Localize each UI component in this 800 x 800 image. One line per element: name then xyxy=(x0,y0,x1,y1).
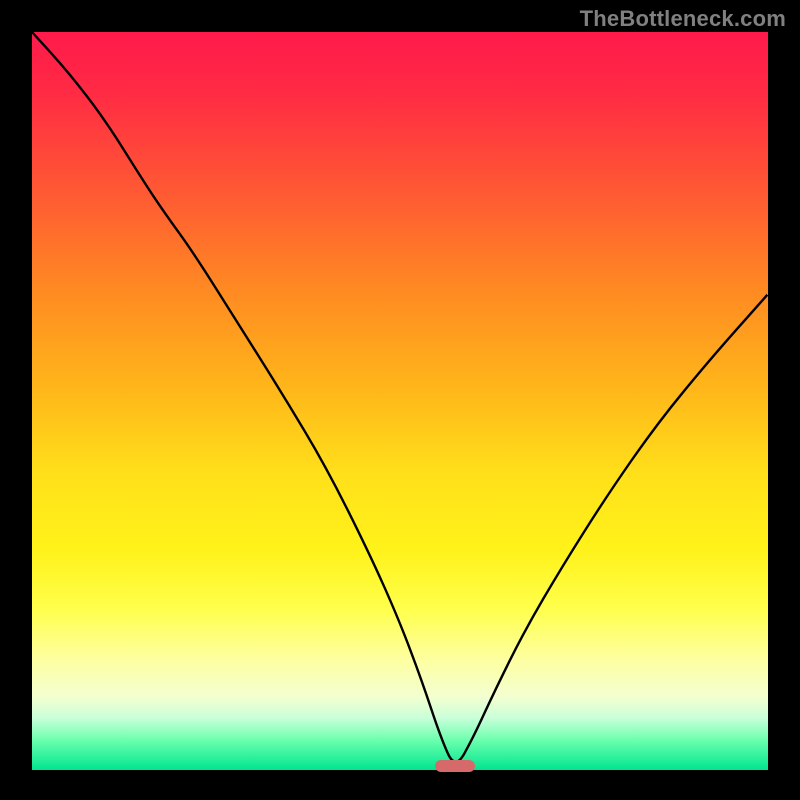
plot-area xyxy=(32,32,768,770)
watermark: TheBottleneck.com xyxy=(580,6,786,32)
optimum-marker xyxy=(435,760,475,772)
frame: TheBottleneck.com xyxy=(0,0,800,800)
bottleneck-curve xyxy=(32,32,768,770)
curve-path xyxy=(32,32,768,762)
